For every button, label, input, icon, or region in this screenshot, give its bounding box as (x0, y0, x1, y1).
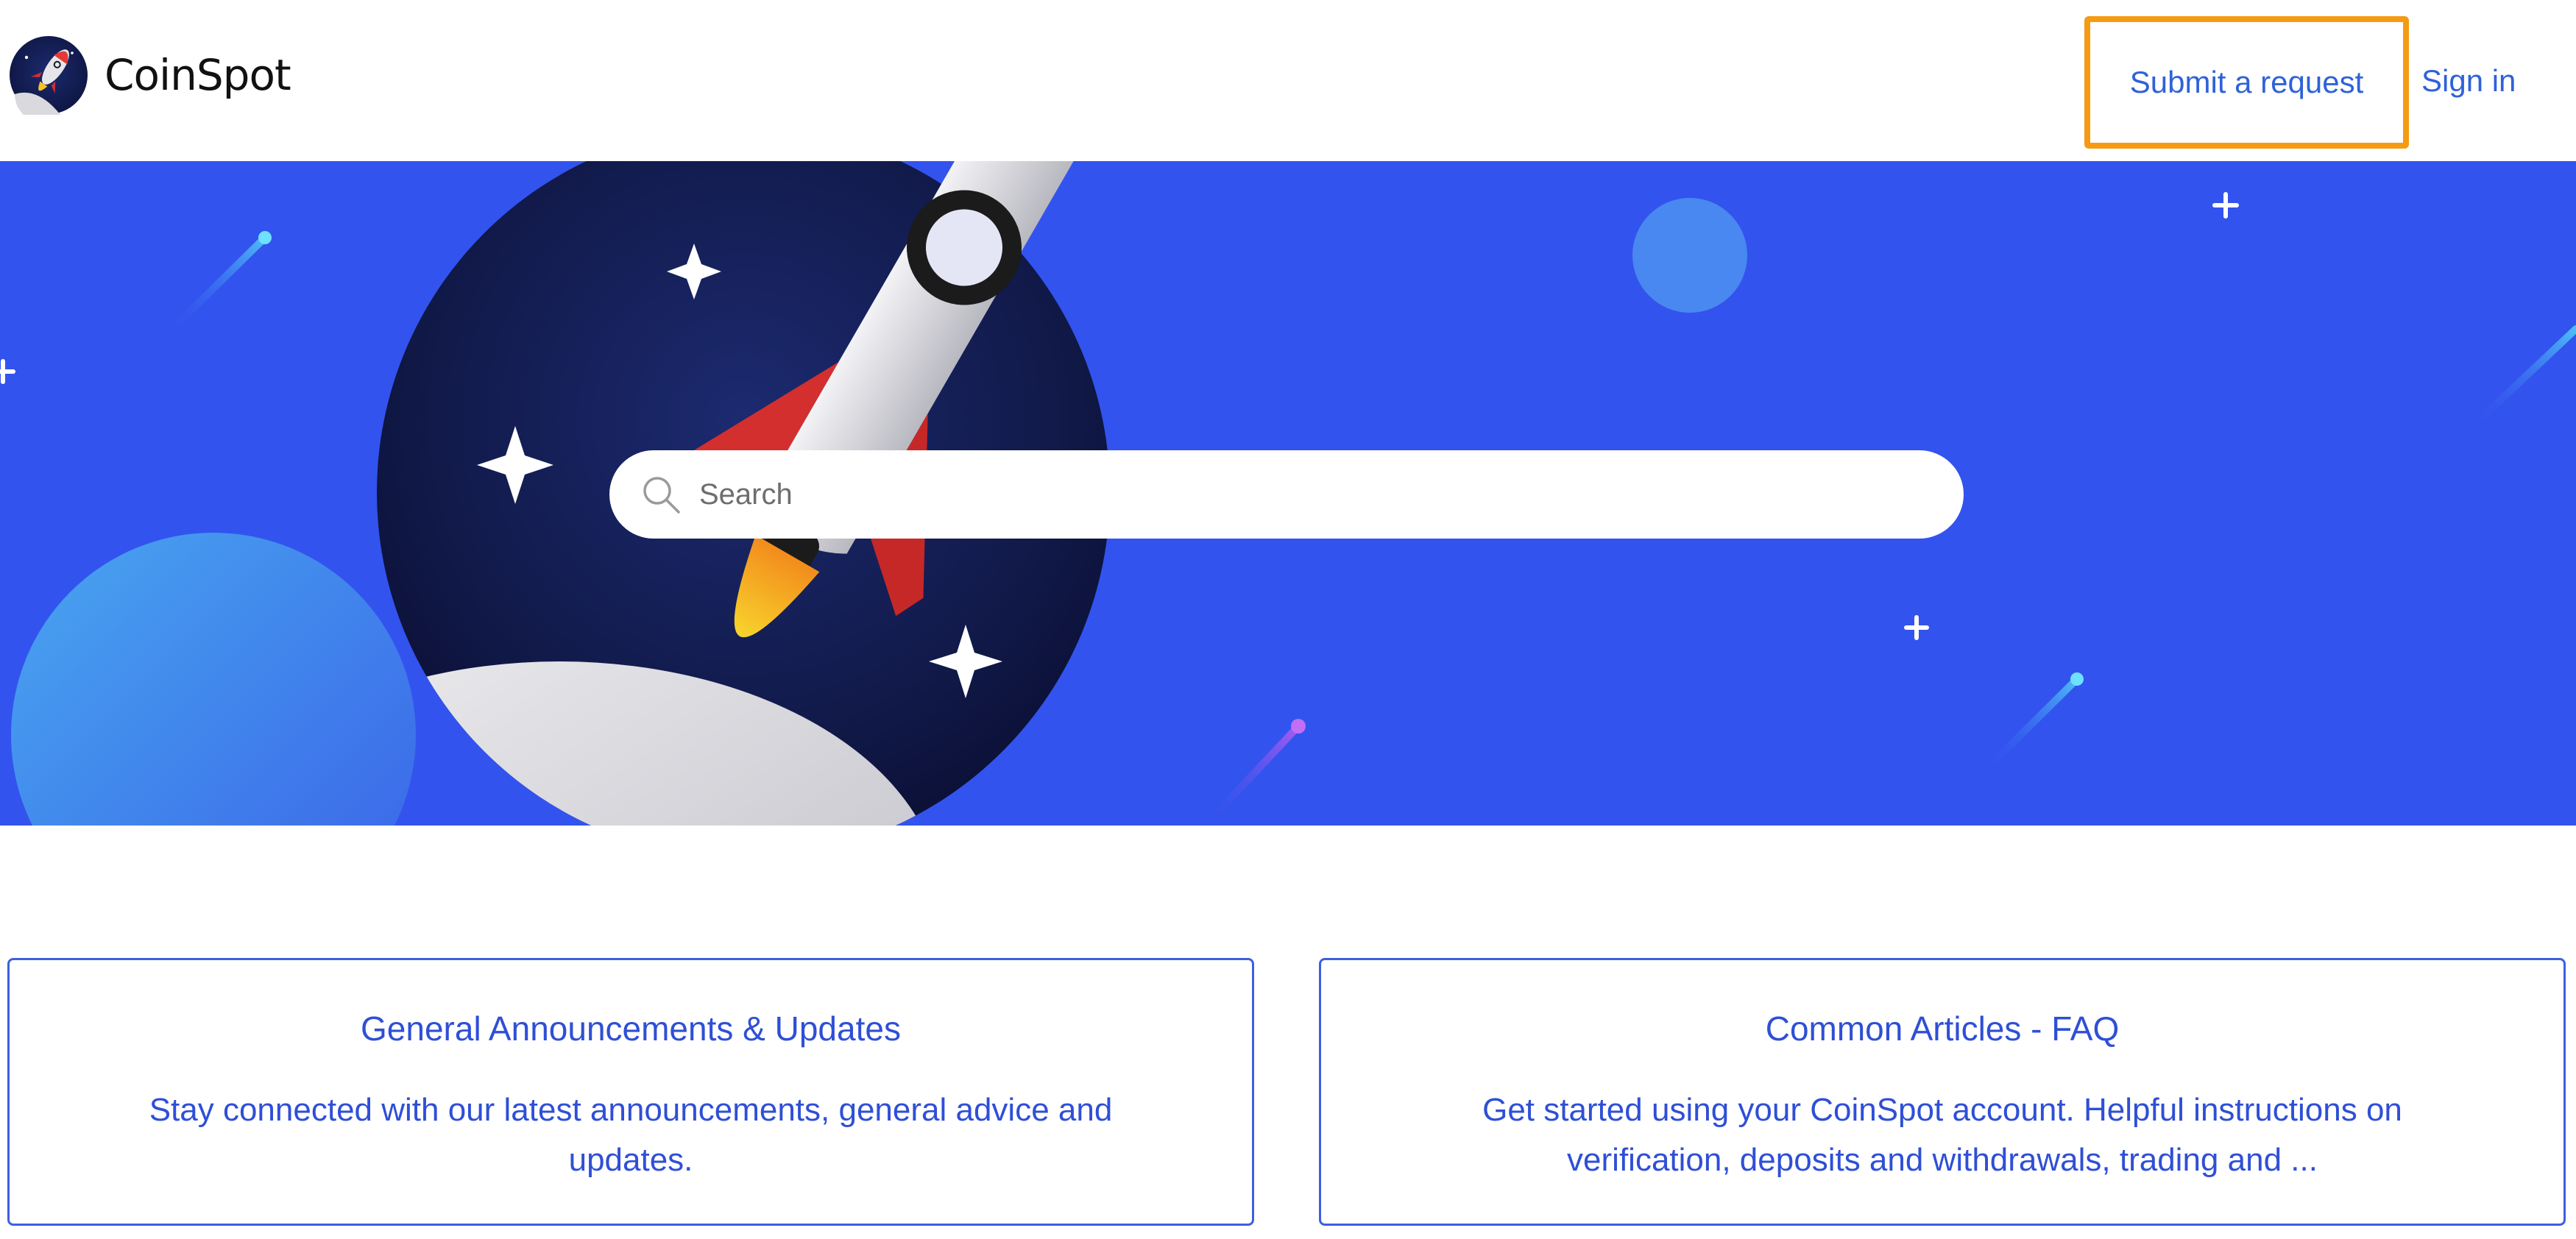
hero-banner (0, 161, 2576, 826)
category-description: Stay connected with our latest announcem… (149, 1092, 1113, 1178)
category-card-common-articles-faq[interactable]: Common Articles - FAQ Get started using … (1319, 958, 2566, 1226)
category-card-general-announcements[interactable]: General Announcements & Updates Stay con… (7, 958, 1254, 1226)
category-title[interactable]: Common Articles - FAQ (1321, 1009, 2563, 1048)
submit-request-label: Submit a request (2129, 65, 2364, 99)
site-header: CoinSpot Submit a request Sign in (0, 0, 2576, 161)
search-bar[interactable] (609, 450, 1964, 539)
search-icon (643, 477, 680, 514)
category-title[interactable]: General Announcements & Updates (10, 1009, 1252, 1048)
category-description: Get started using your CoinSpot account.… (1482, 1092, 2402, 1178)
search-input[interactable] (698, 465, 1934, 524)
coinspot-rocket-logo-icon (10, 36, 88, 115)
brand-name: CoinSpot (105, 50, 291, 100)
submit-request-link[interactable]: Submit a request (2084, 16, 2409, 149)
coinspot-logo-link[interactable]: CoinSpot (9, 35, 291, 116)
sign-in-link[interactable]: Sign in (2421, 63, 2516, 99)
category-list: General Announcements & Updates Stay con… (0, 958, 2576, 1227)
